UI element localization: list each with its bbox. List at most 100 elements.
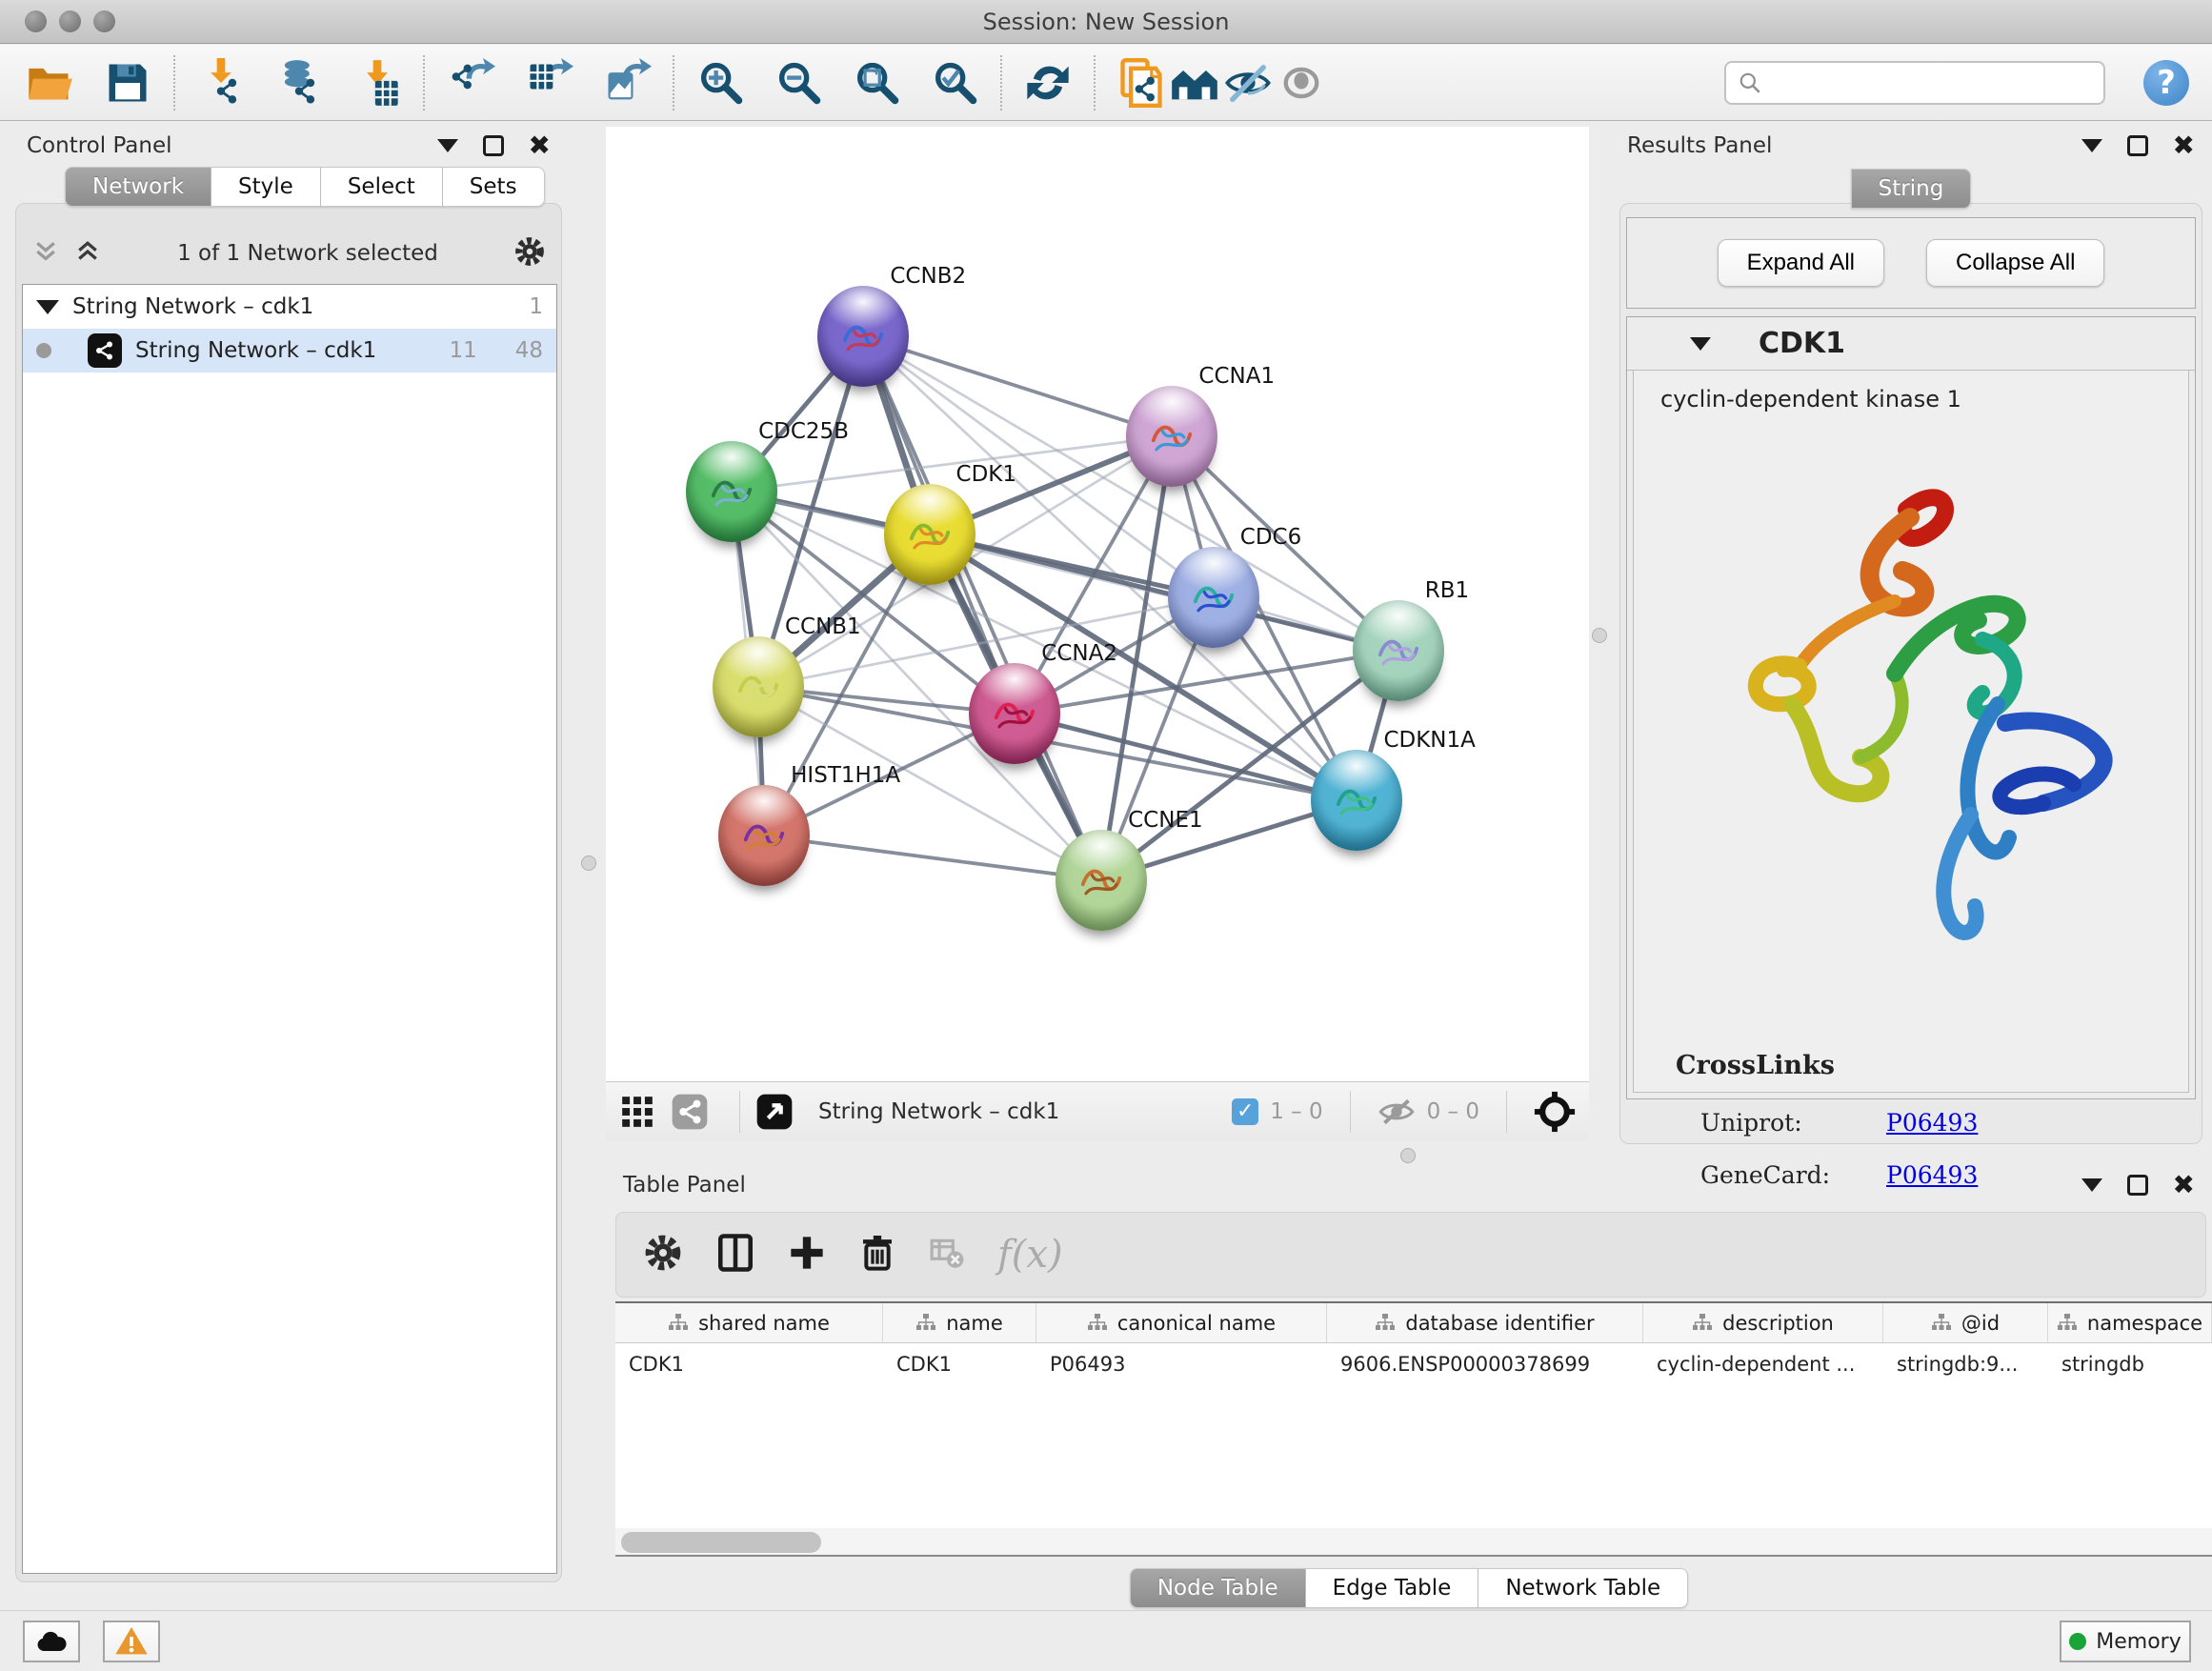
collapse-all-networks-icon[interactable] [31, 237, 60, 270]
network-view-canvas[interactable]: CCNB2CCNA1CDC25BCDK1CDC6RB1CCNB1CCNA2CDK… [606, 127, 1589, 1081]
bottom-splitter-handle[interactable] [1400, 1148, 1416, 1163]
panel-float-icon[interactable] [2127, 135, 2148, 156]
export-network-icon[interactable] [444, 56, 497, 110]
tab-node-table[interactable]: Node Table [1130, 1568, 1306, 1608]
birdseye-view-icon[interactable] [755, 1093, 794, 1131]
duplicate-network-icon[interactable] [1115, 56, 1168, 110]
delete-column-trash-icon[interactable] [858, 1234, 896, 1276]
panel-menu-icon[interactable] [2081, 139, 2102, 152]
panel-close-icon[interactable]: ✖ [2173, 1175, 2195, 1196]
network-node-RB1[interactable] [1353, 600, 1444, 701]
protein-structure-thumbnail [1368, 621, 1429, 682]
network-node-CCNA2[interactable] [969, 663, 1060, 764]
close-window-button[interactable] [25, 10, 47, 32]
left-splitter-handle[interactable] [581, 856, 596, 871]
expand-all-button[interactable]: Expand All [1718, 239, 1884, 287]
warnings-button[interactable] [103, 1621, 160, 1662]
expand-all-networks-icon[interactable] [73, 237, 102, 270]
column-header--id[interactable]: @id [1883, 1303, 2048, 1342]
protein-structure-thumbnail [1141, 407, 1202, 468]
zoom-in-icon[interactable] [694, 56, 747, 110]
show-all-icon[interactable] [1275, 56, 1328, 110]
search-input[interactable] [1770, 70, 2084, 95]
open-session-icon[interactable] [23, 56, 76, 110]
export-image-icon[interactable] [600, 56, 654, 110]
help-button[interactable]: ? [2143, 60, 2189, 106]
maximize-window-button[interactable] [93, 10, 115, 32]
network-row[interactable]: String Network – cdk1 11 48 [23, 329, 556, 372]
network-share-view-icon[interactable] [671, 1093, 709, 1131]
memory-button[interactable]: Memory [2060, 1621, 2191, 1662]
table-horizontal-scrollbar[interactable] [615, 1528, 2212, 1557]
tab-select[interactable]: Select [321, 167, 443, 207]
zoom-fit-icon[interactable] [850, 56, 903, 110]
cloud-status-button[interactable] [23, 1621, 80, 1662]
column-header-namespace[interactable]: namespace [2048, 1303, 2212, 1342]
network-view-title: String Network – cdk1 [818, 1099, 1059, 1124]
panel-menu-icon[interactable] [437, 139, 458, 152]
network-collection-row[interactable]: String Network – cdk1 1 [23, 285, 556, 329]
network-node-CDC25B[interactable] [686, 441, 777, 542]
tab-string[interactable]: String [1851, 169, 1972, 209]
right-splitter-handle[interactable] [1592, 628, 1607, 643]
tab-sets[interactable]: Sets [443, 167, 545, 207]
selected-nodes-checkbox[interactable]: ✓ [1232, 1098, 1258, 1125]
gene-expander-icon[interactable] [1690, 337, 1711, 351]
network-options-gear-icon[interactable] [513, 235, 546, 272]
pan-crosshair-icon[interactable] [1534, 1091, 1576, 1133]
column-header-description[interactable]: description [1643, 1303, 1883, 1342]
protein-structure-thumbnail [734, 806, 794, 867]
scrollbar-thumb[interactable] [621, 1532, 821, 1553]
collapse-all-button[interactable]: Collapse All [1926, 239, 2104, 287]
collection-label: String Network – cdk1 [72, 294, 515, 319]
network-label: String Network – cdk1 [135, 338, 435, 363]
table-row[interactable]: CDK1CDK1P064939606.ENSP00000378699cyclin… [615, 1343, 2212, 1387]
cytoscape-window: { "window": { "title": "Session: New Ses… [0, 0, 2212, 1671]
first-neighbors-icon[interactable] [1168, 56, 1221, 110]
refresh-view-icon[interactable] [1021, 56, 1075, 110]
import-network-database-icon[interactable] [272, 56, 326, 110]
panel-menu-icon[interactable] [2081, 1178, 2102, 1192]
crosslink-link[interactable]: P06493 [1886, 1109, 1978, 1137]
column-header-shared-name[interactable]: shared name [615, 1303, 883, 1342]
network-node-CDK1[interactable] [884, 484, 975, 585]
import-network-file-icon[interactable] [194, 56, 248, 110]
tab-edge-table[interactable]: Edge Table [1306, 1568, 1479, 1608]
table-options-gear-icon[interactable] [643, 1233, 683, 1277]
column-header-database-identifier[interactable]: database identifier [1327, 1303, 1643, 1342]
network-node-HIST1H1A[interactable] [718, 785, 810, 886]
panel-close-icon[interactable]: ✖ [2173, 135, 2195, 156]
hide-selected-icon[interactable] [1221, 56, 1275, 110]
export-table-icon[interactable] [522, 56, 575, 110]
column-attribute-icon [1375, 1313, 1396, 1334]
table-toolbar: f(x) [615, 1212, 2206, 1298]
panel-close-icon[interactable]: ✖ [529, 135, 551, 156]
network-node-CCNA1[interactable] [1126, 386, 1217, 487]
network-node-CDC6[interactable] [1168, 547, 1259, 648]
zoom-selected-icon[interactable] [928, 56, 981, 110]
show-columns-icon[interactable] [715, 1233, 755, 1277]
network-node-CCNB1[interactable] [713, 636, 804, 737]
zoom-out-icon[interactable] [772, 56, 825, 110]
column-header-canonical-name[interactable]: canonical name [1036, 1303, 1327, 1342]
tab-network-table[interactable]: Network Table [1478, 1568, 1688, 1608]
grid-view-icon[interactable] [619, 1094, 655, 1130]
panel-float-icon[interactable] [2127, 1175, 2148, 1196]
import-table-file-icon[interactable] [351, 56, 404, 110]
minimize-window-button[interactable] [59, 10, 81, 32]
column-header-name[interactable]: name [883, 1303, 1036, 1342]
column-attribute-icon [1931, 1313, 1952, 1334]
tab-network[interactable]: Network [65, 167, 211, 207]
tab-style[interactable]: Style [211, 167, 321, 207]
protein-structure-thumbnail [833, 307, 894, 368]
network-node-CCNE1[interactable] [1056, 830, 1147, 931]
panel-float-icon[interactable] [483, 135, 504, 156]
save-session-icon[interactable] [101, 56, 154, 110]
network-edges[interactable] [606, 127, 1589, 1081]
collection-expander-icon[interactable] [36, 300, 59, 314]
network-edge-count: 48 [515, 338, 543, 363]
search-box[interactable] [1724, 61, 2105, 105]
warning-icon [112, 1622, 151, 1661]
add-column-icon[interactable] [788, 1234, 826, 1276]
cloud-icon [32, 1622, 70, 1661]
